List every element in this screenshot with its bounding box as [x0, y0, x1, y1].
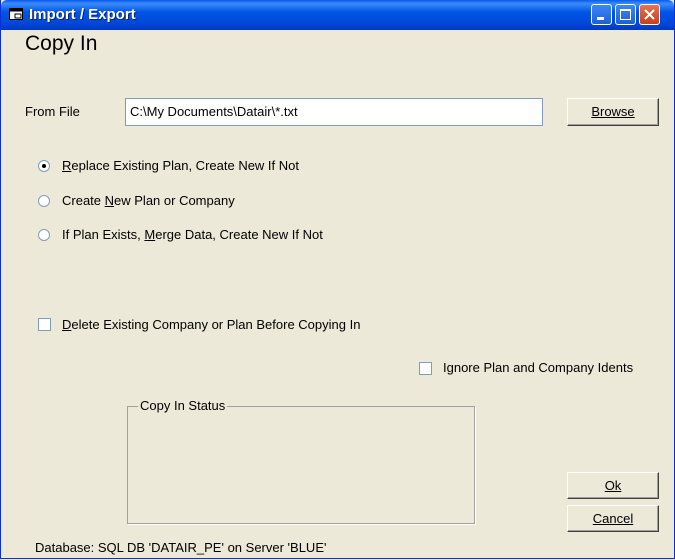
import-export-window: Import / Export Copy In From File C:\My … [0, 0, 675, 559]
maximize-icon [620, 9, 631, 20]
browse-label: Browse [591, 104, 635, 119]
ok-button[interactable]: Ok [567, 472, 659, 499]
copy-in-status-title: Copy In Status [138, 398, 228, 413]
cancel-button[interactable]: Cancel [567, 505, 659, 532]
radio-label: Replace Existing Plan, Create New If Not [62, 158, 299, 173]
close-icon [644, 9, 655, 20]
window-icon [9, 8, 23, 20]
database-status: Database: SQL DB 'DATAIR_PE' on Server '… [35, 540, 327, 555]
radio-button[interactable] [38, 229, 50, 241]
file-path-input[interactable]: C:\My Documents\Datair\*.txt [125, 98, 543, 126]
minimize-button[interactable] [591, 4, 612, 25]
delete-existing-label: Delete Existing Company or Plan Before C… [62, 317, 361, 332]
close-button[interactable] [639, 4, 660, 25]
maximize-button[interactable] [615, 4, 636, 25]
radio-label: Create New Plan or Company [62, 193, 235, 208]
radio-selected-dot [42, 164, 46, 168]
copy-in-status-group: Copy In Status [127, 398, 475, 524]
from-file-label: From File [25, 104, 80, 119]
ignore-idents-checkbox[interactable] [419, 362, 432, 375]
ok-label: Ok [604, 478, 622, 493]
cancel-label: Cancel [592, 511, 634, 526]
title-bar[interactable]: Import / Export [1, 0, 674, 30]
minimize-icon [597, 17, 604, 20]
window-title: Import / Export [29, 6, 136, 23]
radio-label: If Plan Exists, Merge Data, Create New I… [62, 227, 323, 242]
delete-existing-checkbox[interactable] [38, 318, 51, 331]
radio-button[interactable] [38, 195, 50, 207]
radio-button[interactable] [38, 160, 50, 172]
browse-button[interactable]: Browse [567, 98, 659, 126]
page-title: Copy In [25, 32, 98, 55]
ignore-idents-label: Ignore Plan and Company Idents [443, 360, 634, 375]
